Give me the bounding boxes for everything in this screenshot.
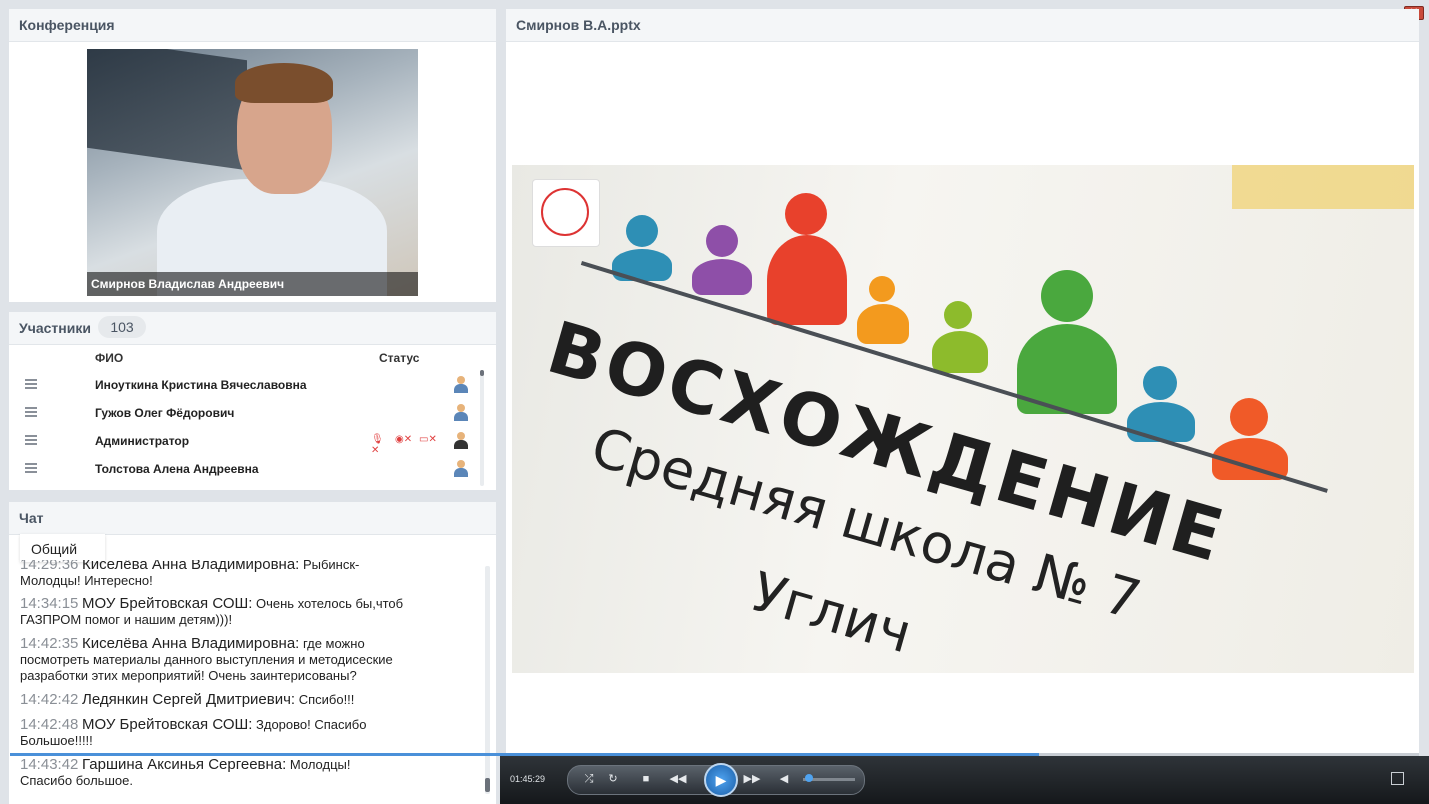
column-header-status: Статус xyxy=(379,351,420,365)
chat-scrollbar[interactable] xyxy=(485,566,490,794)
chat-message: 14:34:15 МОУ Брейтовская СОШ: Очень хоте… xyxy=(20,595,404,628)
volume-knob[interactable] xyxy=(804,774,813,782)
user-icon xyxy=(454,460,468,478)
presentation-header: Смирнов В.А.pptx xyxy=(506,9,1419,42)
presentation-panel: Смирнов В.А.pptx ВОСХОЖДЕНИЕ Средняя шко… xyxy=(506,9,1419,756)
player-controls: ⤮ ↻ ■ ◀◀ ▶ ▶▶ ◀ xyxy=(567,763,865,797)
participant-row[interactable]: Иноуткина Кристина Вячеславовна xyxy=(9,372,477,400)
participant-name: Толстова Алена Андреевна xyxy=(95,462,259,476)
repeat-icon[interactable]: ↻ xyxy=(606,772,620,786)
chat-tab-general[interactable]: Общий xyxy=(20,534,105,562)
presentation-slide: ВОСХОЖДЕНИЕ Средняя школа № 7 Углич xyxy=(512,165,1414,673)
speaker-caption: Смирнов Владислав Андреевич xyxy=(87,272,418,296)
participant-row[interactable]: Толстова Алена Андреевна xyxy=(9,456,477,484)
user-icon xyxy=(454,376,468,394)
participant-name: Иноуткина Кристина Вячеславовна xyxy=(95,378,307,392)
school-logo-icon xyxy=(532,179,600,247)
mic-off-icon[interactable]: 🎙✕ xyxy=(371,434,384,456)
hamburger-icon[interactable] xyxy=(25,379,37,389)
conference-header: Конференция xyxy=(9,9,496,42)
participant-name: Гужов Олег Фёдорович xyxy=(95,406,235,420)
presentation-title: Смирнов В.А.pptx xyxy=(516,17,641,33)
conference-title: Конференция xyxy=(19,17,115,33)
chat-messages: 14:29:36 Киселёва Анна Владимировна: Рыб… xyxy=(9,560,483,804)
hamburger-icon[interactable] xyxy=(25,463,37,473)
chat-message: 14:42:48 МОУ Брейтовская СОШ: Здорово! С… xyxy=(20,716,367,749)
hamburger-icon[interactable] xyxy=(25,407,37,417)
screen-off-icon[interactable]: ▭✕ xyxy=(419,434,437,446)
fullscreen-icon[interactable] xyxy=(1391,772,1404,785)
slide-city: Углич xyxy=(744,560,919,666)
participants-title: Участники xyxy=(19,320,91,336)
rewind-icon[interactable]: ◀◀ xyxy=(664,772,692,786)
chat-message: 14:43:42 Гаршина Аксинья Сергеевна: Моло… xyxy=(20,756,351,789)
chat-header: Чат xyxy=(9,502,496,535)
speaker-video: Смирнов Владислав Андреевич xyxy=(87,49,418,296)
chat-title: Чат xyxy=(19,510,44,526)
chat-message: 14:42:35 Киселёва Анна Владимировна: где… xyxy=(20,635,393,684)
participants-scrollbar[interactable] xyxy=(480,370,484,486)
playback-time: 01:45:29 xyxy=(510,774,546,784)
chat-panel: Чат Общий 14:29:36 Киселёва Анна Владими… xyxy=(9,502,496,804)
admin-user-icon xyxy=(454,432,468,450)
user-icon xyxy=(454,404,468,422)
participant-row[interactable]: Администратор 🎙✕ ◉✕ ▭✕ xyxy=(9,428,477,456)
participants-header: Участники 103 xyxy=(9,312,496,345)
participants-panel: Участники 103 ФИО Статус Иноуткина Крист… xyxy=(9,312,496,490)
fast-forward-icon[interactable]: ▶▶ xyxy=(738,772,766,786)
chat-message: 14:42:42 Ледянкин Сергей Дмитриевич: Спс… xyxy=(20,691,355,708)
participants-count-badge: 103 xyxy=(98,316,146,338)
conference-panel: Конференция Смирнов Владислав Андреевич xyxy=(9,9,496,302)
participant-row[interactable]: Гужов Олег Фёдорович xyxy=(9,400,477,428)
camera-off-icon[interactable]: ◉✕ xyxy=(395,434,412,446)
shuffle-icon[interactable]: ⤮ xyxy=(582,772,596,786)
media-player-bar: 01:45:29 ⤮ ↻ ■ ◀◀ ▶ ▶▶ ◀ xyxy=(500,756,1429,804)
play-icon[interactable]: ▶ xyxy=(704,763,738,797)
stop-icon[interactable]: ■ xyxy=(640,772,652,786)
hamburger-icon[interactable] xyxy=(25,435,37,445)
participant-name: Администратор xyxy=(95,434,190,448)
column-header-name: ФИО xyxy=(95,351,124,365)
chat-message: 14:29:36 Киселёва Анна Владимировна: Рыб… xyxy=(20,560,360,588)
volume-icon[interactable]: ◀ xyxy=(778,772,790,786)
